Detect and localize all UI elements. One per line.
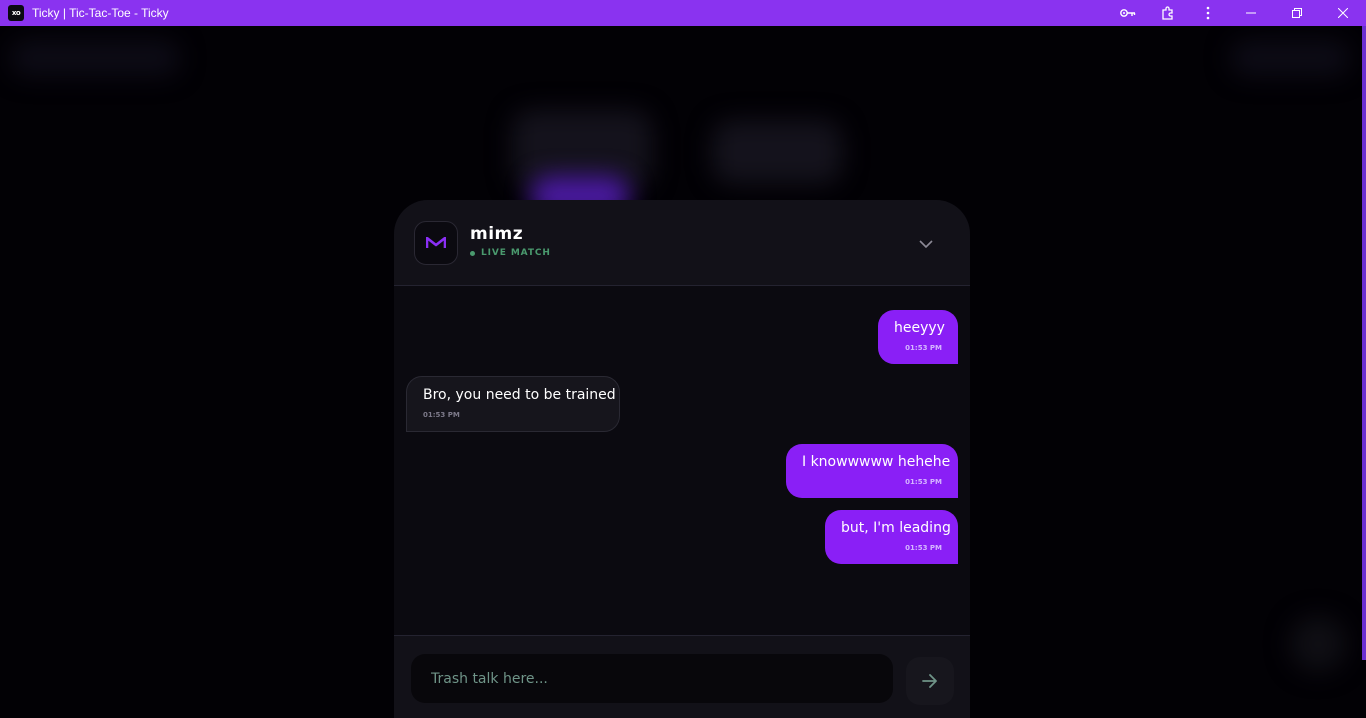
message-time: 01:53 PM (905, 344, 942, 352)
extensions-icon[interactable] (1148, 0, 1188, 26)
restore-icon[interactable] (1274, 0, 1320, 26)
blurred-header-left (10, 40, 180, 76)
message-time: 01:53 PM (905, 544, 942, 552)
avatar (414, 221, 458, 265)
message-text: heeyyy (894, 320, 945, 336)
more-icon[interactable] (1188, 0, 1228, 26)
chat-username: mimz (470, 224, 524, 244)
titlebar-controls (1108, 0, 1366, 26)
message-bubble-sent: but, I'm leading 01:53 PM (825, 510, 958, 564)
status-badge: LIVE MATCH (470, 248, 551, 258)
message-text: I knowwwww hehehe (802, 454, 951, 470)
page-scrollbar[interactable] (1362, 26, 1366, 660)
status-text: LIVE MATCH (481, 248, 551, 258)
arrow-right-icon (922, 674, 937, 688)
message-time: 01:53 PM (423, 411, 460, 419)
chat-panel: mimz LIVE MATCH heeyyy 01:53 PM Bro, you… (394, 200, 970, 718)
chat-header: mimz LIVE MATCH (394, 200, 970, 286)
key-icon[interactable] (1108, 0, 1148, 26)
chat-composer (394, 635, 970, 718)
minimize-icon[interactable] (1228, 0, 1274, 26)
message-bubble-received: Bro, you need to be trained 01:53 PM (406, 376, 620, 432)
message-text: but, I'm leading (841, 520, 951, 536)
message-time: 01:53 PM (905, 478, 942, 486)
window-titlebar: xo Ticky | Tic-Tac-Toe - Ticky (0, 0, 1366, 26)
app-logo-icon: xo (8, 5, 24, 21)
blurred-player-card-right (712, 120, 842, 184)
blurred-fab (1290, 616, 1346, 672)
chevron-down-icon (919, 240, 933, 248)
collapse-chat-button[interactable] (916, 234, 936, 254)
status-dot-icon (470, 250, 475, 256)
chat-message-input[interactable] (411, 654, 893, 703)
message-bubble-sent: I knowwwww hehehe 01:53 PM (786, 444, 958, 498)
message-text: Bro, you need to be trained (423, 387, 616, 403)
message-bubble-sent: heeyyy 01:53 PM (878, 310, 958, 364)
blurred-header-right (1230, 40, 1350, 76)
close-icon[interactable] (1320, 0, 1366, 26)
avatar-letter-icon (426, 237, 446, 248)
send-message-button[interactable] (906, 657, 954, 705)
window-title: Ticky | Tic-Tac-Toe - Ticky (32, 6, 169, 20)
